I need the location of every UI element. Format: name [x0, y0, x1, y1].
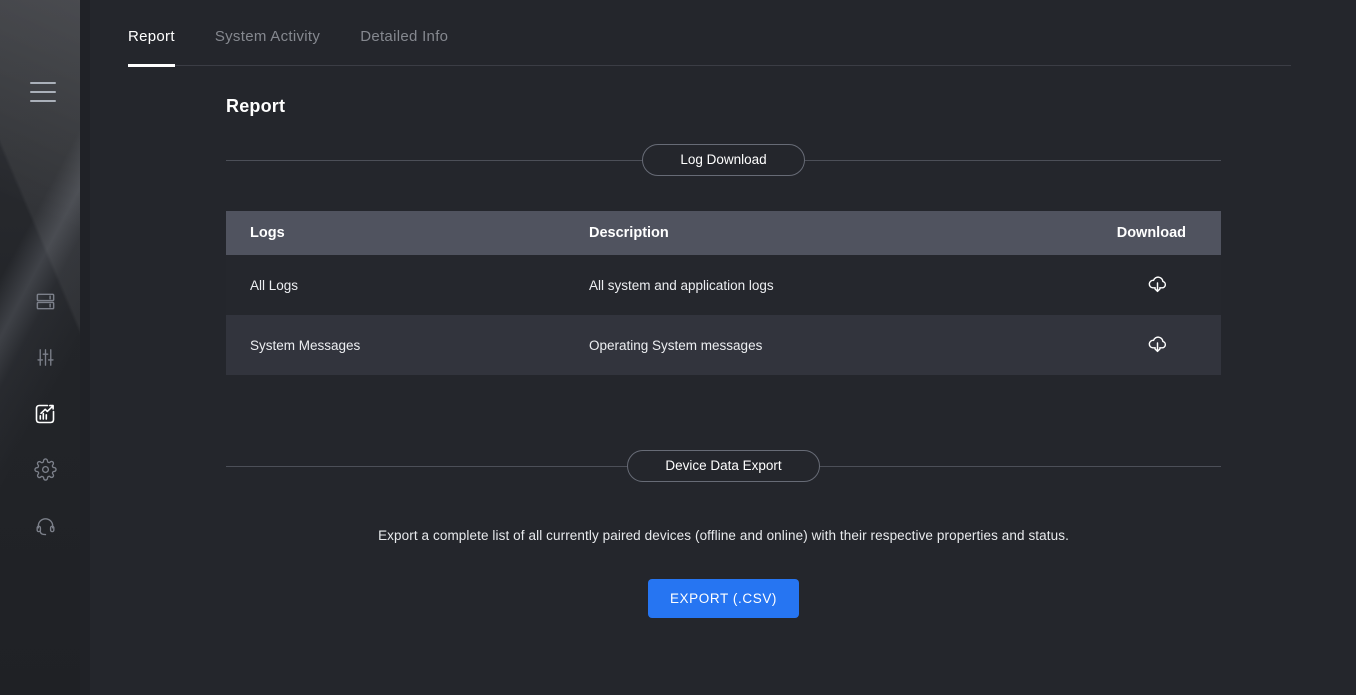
tab-detailed-info[interactable]: Detailed Info	[360, 28, 448, 65]
gear-icon	[34, 458, 57, 484]
download-all-logs-button[interactable]	[1145, 273, 1169, 297]
tab-system-activity[interactable]: System Activity	[215, 28, 320, 65]
log-description: Operating System messages	[589, 338, 1066, 353]
tab-report[interactable]: Report	[128, 28, 175, 65]
section-title-device-data-export: Device Data Export	[627, 450, 819, 482]
section-title-log-download: Log Download	[642, 144, 804, 176]
sidebar	[0, 0, 90, 695]
table-row: All Logs All system and application logs	[226, 255, 1221, 315]
app-window: Report System Activity Detailed Info Rep…	[0, 0, 1356, 695]
page-title: Report	[226, 96, 1221, 117]
cloud-download-icon	[1146, 272, 1169, 298]
export-description: Export a complete list of all currently …	[226, 528, 1221, 543]
menu-line	[30, 82, 56, 84]
logs-table: Logs Description Download All Logs All s…	[226, 211, 1221, 375]
server-icon	[34, 290, 57, 316]
tab-bar: Report System Activity Detailed Info	[128, 0, 1291, 66]
table-header-row: Logs Description Download	[226, 211, 1221, 255]
headset-icon	[34, 514, 57, 540]
main-area: Report System Activity Detailed Info Rep…	[90, 0, 1356, 695]
cloud-download-icon	[1146, 332, 1169, 358]
log-name: All Logs	[226, 278, 589, 293]
download-system-messages-button[interactable]	[1145, 333, 1169, 357]
export-csv-button[interactable]: EXPORT (.CSV)	[648, 579, 799, 618]
menu-line	[30, 91, 56, 93]
report-content: Report Log Download Logs Description Dow…	[226, 96, 1221, 618]
log-name: System Messages	[226, 338, 589, 353]
analytics-chart-icon	[33, 402, 57, 429]
hamburger-menu-icon[interactable]	[30, 80, 58, 104]
sidebar-item-configuration[interactable]	[33, 348, 57, 370]
sidebar-item-reports[interactable]	[33, 404, 57, 426]
log-description: All system and application logs	[589, 278, 1066, 293]
column-header-logs: Logs	[226, 225, 589, 241]
column-header-download: Download	[1066, 225, 1221, 241]
sliders-icon	[34, 346, 57, 372]
sidebar-item-settings[interactable]	[33, 460, 57, 482]
table-row: System Messages Operating System message…	[226, 315, 1221, 375]
export-button-container: EXPORT (.CSV)	[226, 579, 1221, 618]
sidebar-item-devices[interactable]	[33, 292, 57, 314]
sidebar-nav	[0, 292, 90, 538]
sidebar-item-support[interactable]	[33, 516, 57, 538]
section-divider-device-data-export: Device Data Export	[226, 450, 1221, 482]
section-divider-log-download: Log Download	[226, 144, 1221, 176]
column-header-description: Description	[589, 225, 1066, 241]
menu-line	[30, 100, 56, 102]
